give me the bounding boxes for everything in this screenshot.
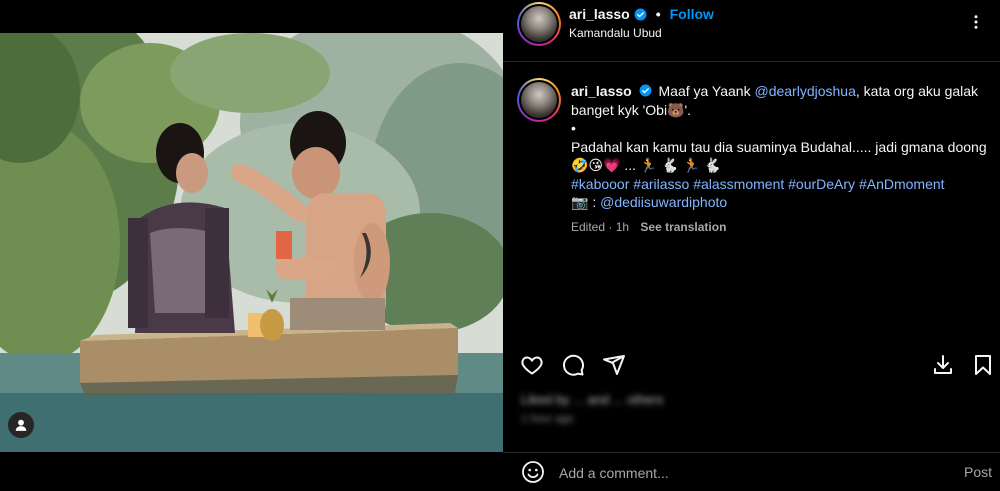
comment-icon [563,354,584,376]
like-button[interactable] [519,352,545,378]
hashtag-link[interactable]: #AnDmoment [859,176,945,192]
instagram-post-modal: ari_lasso • Follow Kamandalu Ubud ari_la… [0,0,1000,491]
caption-avatar[interactable] [517,78,561,122]
download-icon [934,355,952,374]
avatar-border [519,80,559,120]
save-button[interactable] [970,352,996,378]
header-username[interactable]: ari_lasso [569,6,630,22]
post-photo[interactable] [0,33,503,452]
hashtag-link[interactable]: #arilasso [633,176,689,192]
send-icon [603,355,625,375]
emoji-icon [522,461,544,483]
likes-text[interactable]: Liked by ... and ... others [521,392,781,407]
heart-icon [521,356,543,375]
post-time: 1 hour ago [521,413,574,425]
share-button[interactable] [601,352,627,378]
post-panel: ari_lasso • Follow Kamandalu Ubud ari_la… [503,0,1000,491]
post-location[interactable]: Kamandalu Ubud [569,26,662,40]
caption-bullet: • [571,120,576,136]
hashtag-link[interactable]: #alassmoment [693,176,784,192]
post-header: ari_lasso • Follow Kamandalu Ubud [503,0,1000,62]
hashtag-link[interactable]: #kabooor [571,176,629,192]
edited-timestamp: Edited · 1h [571,219,630,234]
photo-illustration [0,33,503,452]
hashtag-link[interactable]: #ourDeAry [788,176,855,192]
post-caption: ari_lasso Maaf ya Yaank @dearlydjoshua, … [503,62,1000,337]
comment-input[interactable] [559,461,919,485]
verified-badge-icon [639,84,652,97]
comment-bar: Post [503,452,1000,491]
mention-link[interactable]: @dearlydjoshua [754,83,855,99]
post-comment-button[interactable]: Post [964,464,992,480]
header-avatar[interactable] [517,2,561,46]
caption-emojis: 🤣😘💗 ... 🏃 🐇 🏃 🐇 [571,157,722,173]
more-icon [974,15,978,29]
user-tag-icon [15,419,27,431]
caption-meta: Edited · 1h See translation [571,218,991,237]
caption-line-2: Padahal kan kamu tau dia suaminya Budaha… [571,138,987,155]
avatar-border [519,4,559,44]
see-translation-link[interactable]: See translation [640,220,726,234]
bookmark-icon [975,355,991,375]
caption-text: ari_lasso Maaf ya Yaank @dearlydjoshua, … [571,82,991,236]
avatar-image [521,82,557,118]
mention-link[interactable]: @dediisuwardiphoto [600,194,727,210]
action-bar [503,344,1000,384]
more-options-button[interactable] [966,12,986,32]
caption-text-start: Maaf ya Yaank [658,83,755,99]
emoji-button[interactable] [521,460,545,484]
camera-emoji: 📷 : [571,194,601,210]
user-tag-button[interactable] [8,412,34,438]
verified-badge-icon [634,8,647,20]
avatar-image [521,6,557,42]
likes-summary: Liked by ... and ... others 1 hour ago [521,392,781,432]
post-media [0,0,503,491]
caption-hashtags: #kabooor #arilasso #alassmoment #ourDeAr… [571,175,991,194]
download-button[interactable] [930,352,956,378]
separator-dot: • [655,6,661,22]
caption-username[interactable]: ari_lasso [571,83,632,99]
follow-button[interactable]: Follow [670,6,714,22]
caption-line-1: ari_lasso Maaf ya Yaank @dearlydjoshua, … [571,82,991,119]
comment-button[interactable] [560,352,586,378]
header-username-row: ari_lasso • Follow [569,6,714,22]
caption-photo-credit: 📷 : @dediisuwardiphoto [571,193,991,212]
